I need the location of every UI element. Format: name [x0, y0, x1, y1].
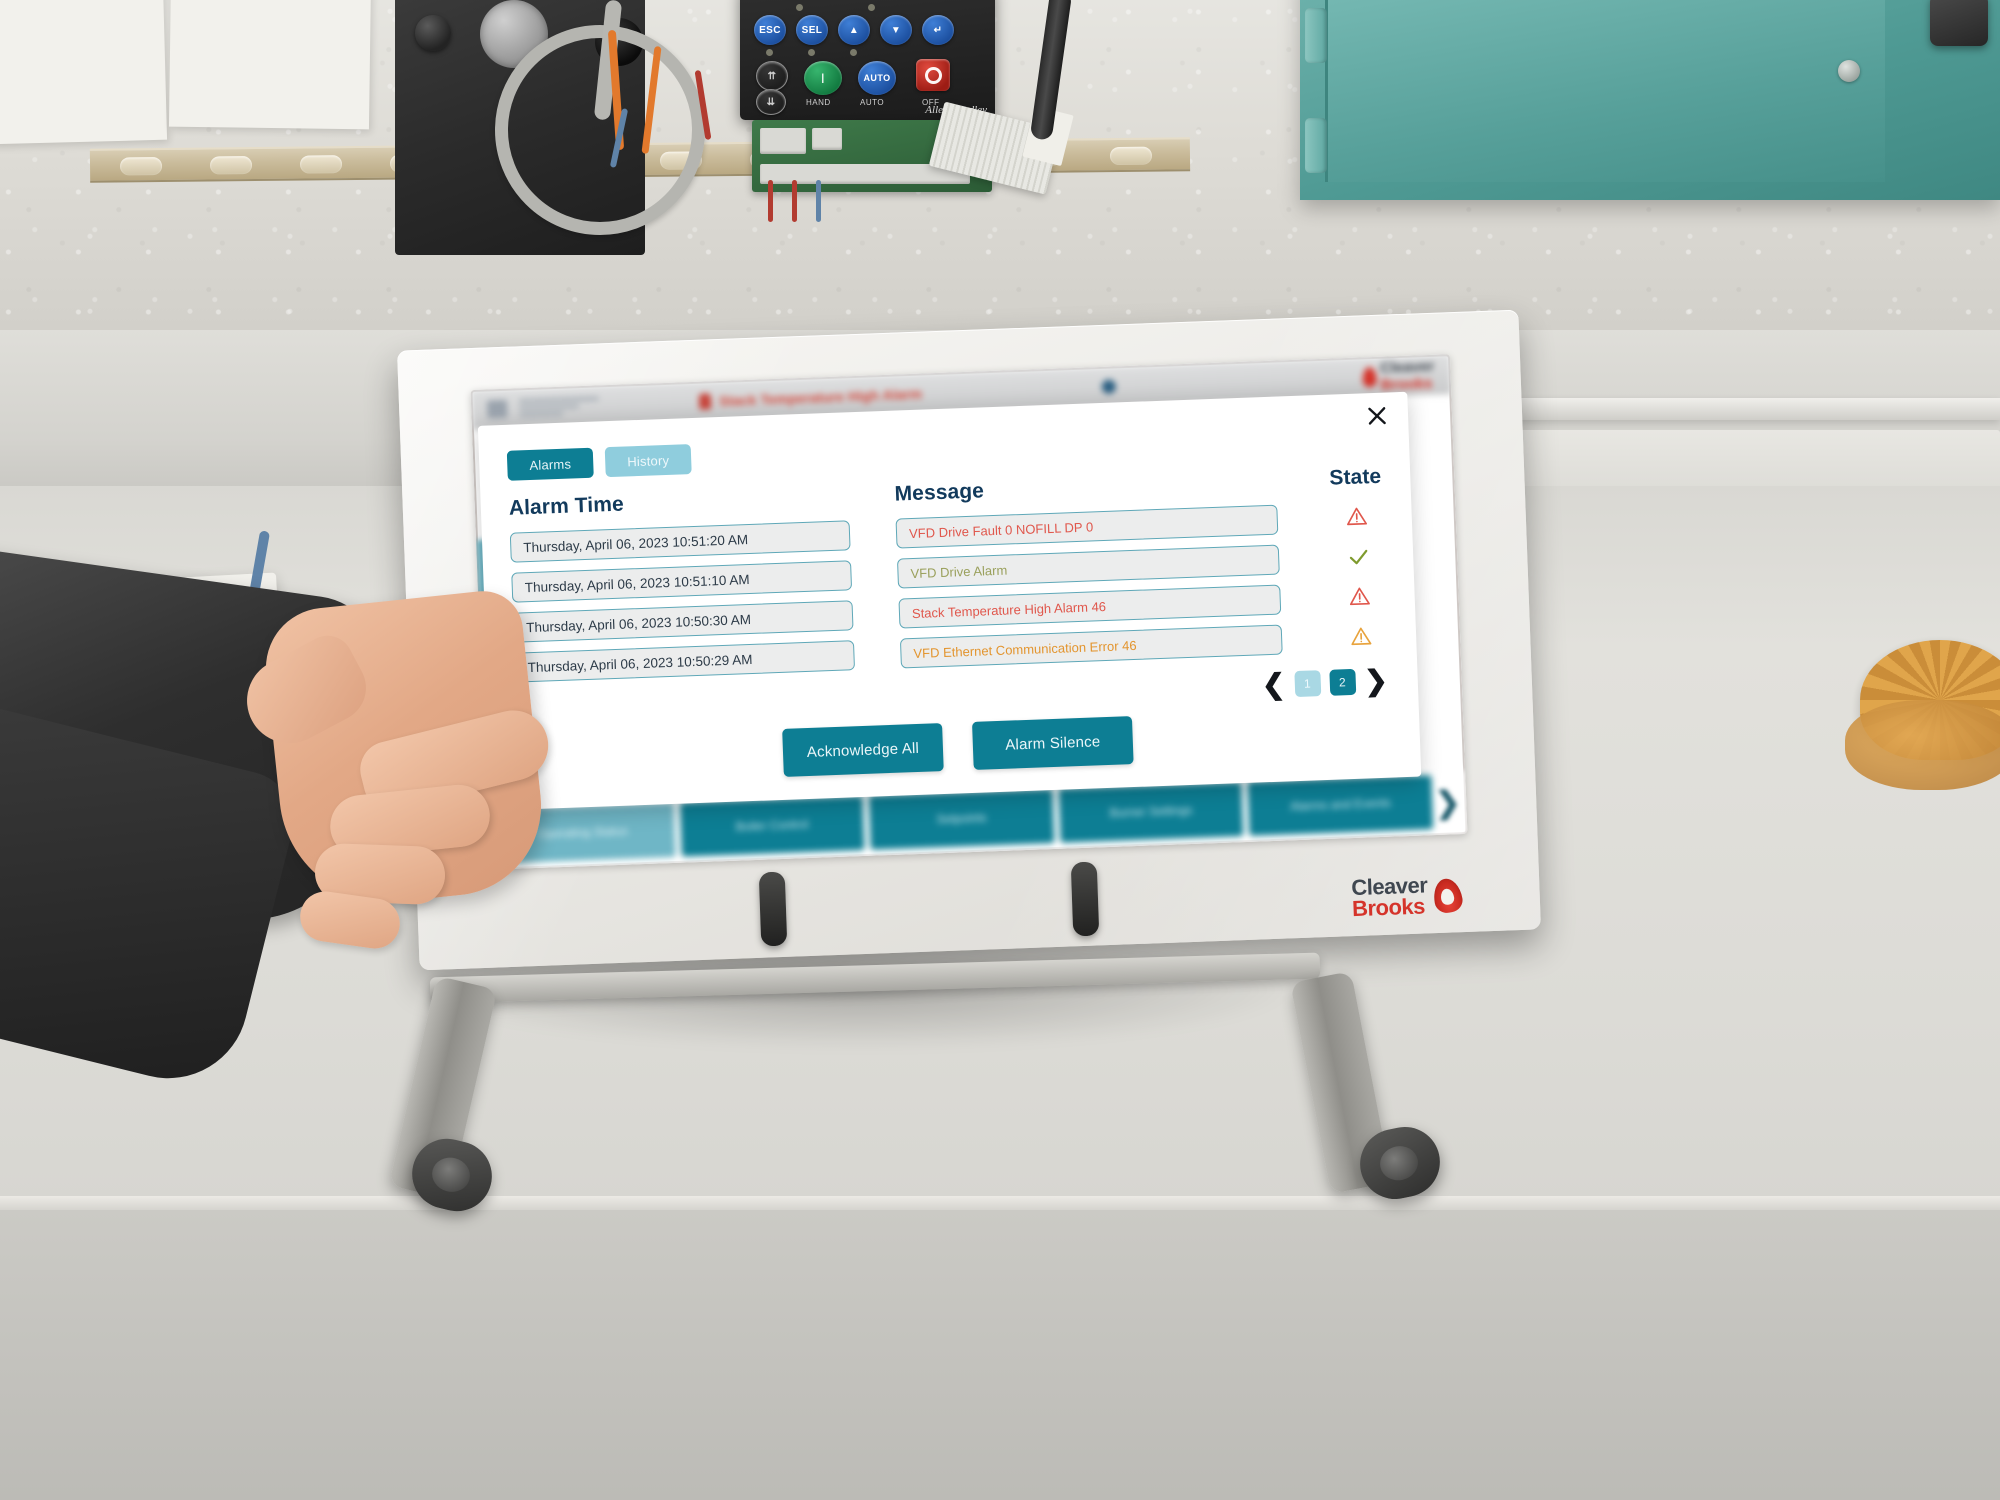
table-row[interactable]: Thursday, April 06, 2023 10:51:10 AM — [511, 560, 853, 603]
pagination-prev-icon[interactable]: ❮ — [1261, 668, 1286, 700]
enclosure-hinge — [1305, 118, 1327, 173]
status-text-block — [518, 393, 600, 420]
alarm-state-rows — [1323, 501, 1394, 653]
alarm-time-column: Alarm Time Thursday, April 06, 2023 10:5… — [508, 484, 856, 683]
vfd-program-label: PROGRAM — [780, 0, 830, 1]
menu-icon[interactable] — [486, 399, 508, 419]
table-row[interactable]: Thursday, April 06, 2023 10:51:20 AM — [509, 520, 851, 563]
alarms-modal: Alarms History Alarm Time Thursday, Apri… — [477, 391, 1422, 811]
nav-button-setpoints[interactable]: Setpoints — [868, 789, 1055, 850]
tab-history[interactable]: History — [604, 444, 692, 478]
acknowledge-all-button[interactable]: Acknowledge All — [782, 723, 944, 777]
vfd-fault-label: FAULT — [852, 0, 882, 1]
nav-next-arrow-icon[interactable]: ❯ — [1435, 785, 1461, 821]
user-avatar-icon[interactable] — [1101, 379, 1117, 394]
stand-clamp — [758, 871, 788, 947]
brand-line-1: Cleaver — [1379, 357, 1435, 377]
vfd-program-led — [796, 4, 803, 11]
flame-icon — [1430, 876, 1465, 915]
column-header-state: State — [1328, 464, 1382, 490]
check-green-icon — [1347, 541, 1370, 572]
app-brand-logo: Cleaver Brooks — [1362, 358, 1435, 395]
nav-button-burner-settings[interactable]: Burner Settings — [1058, 782, 1244, 843]
tab-alarms[interactable]: Alarms — [506, 447, 594, 481]
table-row[interactable]: VFD Drive Alarm — [896, 544, 1280, 589]
table-row[interactable]: VFD Ethernet Communication Error 46 — [899, 624, 1283, 669]
warning-triangle-red-icon — [1345, 501, 1368, 532]
alarm-message-rows: VFD Drive Fault 0 NOFILL DP 0 VFD Drive … — [895, 504, 1283, 669]
alarm-silence-button[interactable]: Alarm Silence — [972, 716, 1134, 770]
equipment-knob — [415, 15, 451, 51]
nav-button-alarms-and-events[interactable]: Alarms and Events — [1247, 775, 1434, 836]
vfd-fault-led — [868, 4, 875, 11]
pagination-page-1[interactable]: 1 — [1293, 670, 1321, 698]
vfd-enter-key[interactable]: ↵ — [922, 15, 954, 45]
vfd-down-key[interactable]: ▼ — [880, 15, 912, 45]
vfd-hand-label: HAND — [806, 98, 831, 107]
hmi-screen[interactable]: Stack Temperature High Alarm Cleaver Bro… — [470, 354, 1468, 870]
alarm-bell-icon — [698, 393, 712, 410]
vfd-auto-key[interactable]: AUTO — [858, 61, 896, 95]
wall-paper-sheet — [0, 0, 168, 145]
photo-scene: PROGRAM FAULT ESC SEL ▲ ▼ ↵ ⇈ ⇊ | AUTO H… — [0, 0, 2000, 1500]
pagination-page-2[interactable]: 2 — [1328, 668, 1356, 696]
enclosure-selector-knob — [1930, 0, 1988, 46]
enclosure-hinge — [1305, 8, 1327, 63]
vfd-off-key[interactable] — [916, 59, 950, 91]
close-icon[interactable] — [1364, 402, 1391, 429]
vfd-up-key[interactable]: ▲ — [838, 15, 870, 45]
device-brand-logo: Cleaver Brooks — [1351, 873, 1465, 922]
table-row[interactable]: Thursday, April 06, 2023 10:50:29 AM — [514, 640, 856, 683]
alarm-state-column: State — [1322, 465, 1395, 653]
vfd-sel-key[interactable]: SEL — [796, 15, 828, 45]
table-row[interactable]: Thursday, April 06, 2023 10:50:30 AM — [512, 600, 854, 643]
stand-clamp — [1070, 861, 1100, 937]
top-alert-text: Stack Temperature High Alarm — [718, 385, 923, 409]
flame-icon — [1362, 366, 1377, 388]
vfd-fast-up-key[interactable]: ⇈ — [756, 61, 788, 91]
vfd-fast-down-key[interactable]: ⇊ — [756, 89, 786, 115]
enclosure-screw — [1838, 60, 1860, 82]
alarms-table: Alarm Time Thursday, April 06, 2023 10:5… — [508, 465, 1394, 683]
enclosure-door — [1325, 0, 1885, 182]
vfd-auto-label: AUTO — [860, 98, 885, 107]
top-alert-banner: Stack Temperature High Alarm — [698, 385, 923, 410]
workbench-front — [0, 1210, 2000, 1500]
pagination-next-icon[interactable]: ❯ — [1364, 665, 1389, 697]
hmi-touchscreen-device: Stack Temperature High Alarm Cleaver Bro… — [397, 309, 1541, 971]
wicker-basket-shade — [1845, 700, 2000, 790]
column-header-message: Message — [894, 479, 985, 506]
vfd-drive-keypad: PROGRAM FAULT ESC SEL ▲ ▼ ↵ ⇈ ⇊ | AUTO H… — [740, 0, 995, 120]
wall-paper-sheet — [168, 0, 372, 130]
nav-button-boiler-control[interactable]: Boiler Control — [679, 795, 865, 857]
column-header-alarm-time: Alarm Time — [508, 492, 625, 520]
vfd-esc-key[interactable]: ESC — [754, 15, 786, 45]
alarm-message-column: Message VFD Drive Fault 0 NOFILL DP 0 VF… — [894, 469, 1283, 669]
table-row[interactable]: VFD Drive Fault 0 NOFILL DP 0 — [895, 504, 1279, 549]
brand-line-2: Brooks — [1380, 374, 1433, 394]
warning-triangle-red-icon — [1348, 581, 1371, 612]
alarm-time-rows: Thursday, April 06, 2023 10:51:20 AM Thu… — [509, 520, 856, 683]
device-brand-line-2: Brooks — [1351, 893, 1426, 922]
table-row[interactable]: Stack Temperature High Alarm 46 — [898, 584, 1282, 629]
warning-triangle-amber-icon — [1350, 621, 1373, 652]
vfd-hand-key[interactable]: | — [804, 61, 842, 95]
